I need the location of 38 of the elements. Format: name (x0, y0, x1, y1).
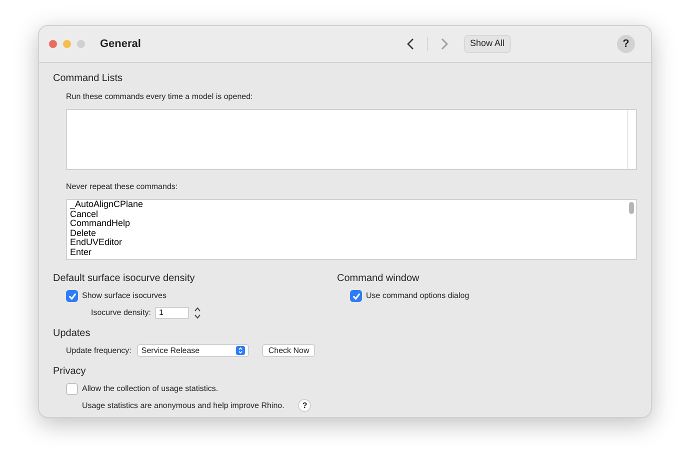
density-input[interactable]: 1 (155, 307, 190, 319)
frequency-dropdown[interactable]: Service Release (137, 344, 250, 357)
list-item[interactable]: Enter (70, 248, 636, 257)
field-label: Run these commands every time a model is opened: (66, 91, 254, 103)
scrollbar-thumb[interactable] (629, 202, 634, 214)
list-item[interactable]: EndUVEditor (70, 238, 636, 248)
list-item[interactable]: Cancel (70, 210, 636, 219)
minimize-icon[interactable] (63, 40, 71, 48)
dropdown-icon (236, 346, 246, 355)
stepper-icon[interactable] (193, 306, 202, 320)
section-title: Command window (337, 272, 420, 286)
note-text: Usage statistics are anonymous and help improve Rhino. (82, 400, 284, 412)
help-button[interactable]: ? (298, 399, 312, 412)
section-title: Command Lists (53, 72, 124, 86)
help-button[interactable]: ? (617, 35, 635, 53)
checkbox[interactable] (66, 383, 78, 395)
window-title: General (100, 36, 141, 52)
field-label: Update frequency: (66, 344, 132, 356)
checkbox-label: Use command options dialog (366, 290, 470, 302)
back-icon[interactable] (406, 38, 414, 50)
startup-commands-field[interactable] (66, 109, 637, 170)
zoom-icon[interactable] (77, 40, 85, 48)
checkbox-label: Show surface isocurves (82, 290, 166, 302)
list-item[interactable]: CommandHelp (70, 219, 636, 228)
field-label: Never repeat these commands: (66, 181, 179, 193)
field-label: Isocurve density: (91, 307, 152, 319)
section-title: Updates (53, 327, 92, 341)
list-item[interactable]: _AutoAlignCPlane (70, 200, 636, 210)
checkbox-label: Allow the collection of usage statistics. (82, 383, 218, 395)
show-all-button[interactable]: Show All (464, 35, 510, 53)
section-title: Privacy (53, 365, 87, 379)
check-now-button[interactable]: Check Now (262, 344, 316, 357)
section-title: Default surface isocurve density (53, 272, 196, 286)
list-item[interactable]: Delete (70, 228, 636, 238)
checkbox[interactable] (66, 290, 78, 302)
checkbox[interactable] (350, 290, 362, 302)
forward-icon[interactable] (440, 38, 448, 50)
close-icon[interactable] (49, 40, 57, 48)
